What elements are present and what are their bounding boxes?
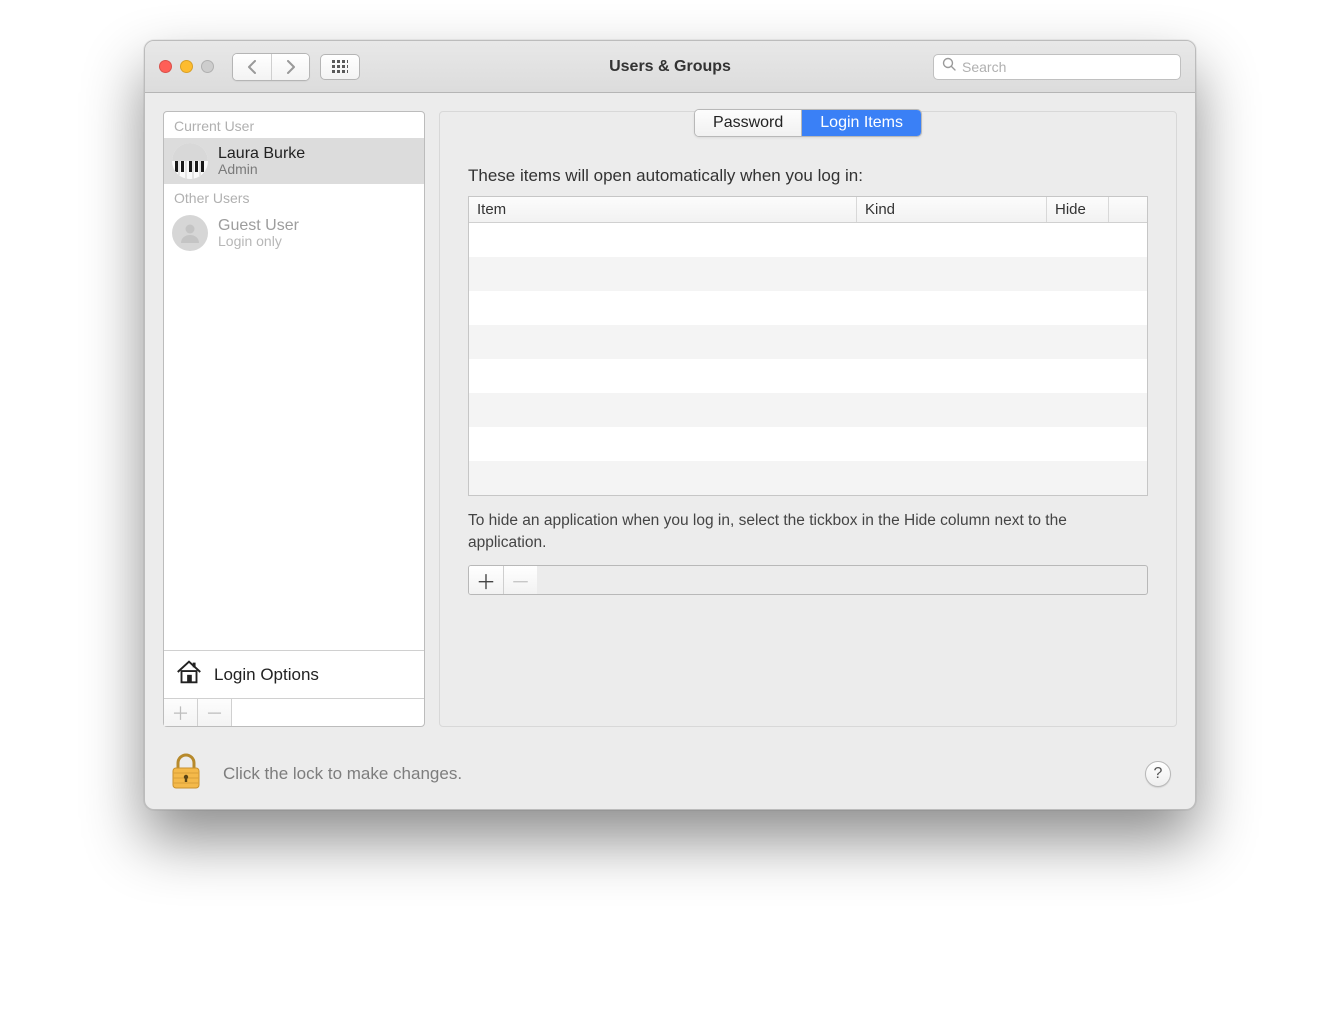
minimize-window-button[interactable] <box>180 60 193 73</box>
user-role: Admin <box>218 162 305 177</box>
guest-name: Guest User <box>218 217 299 235</box>
tab-bar: Password Login Items <box>694 109 922 137</box>
window-footer: Click the lock to make changes. ? <box>145 739 1195 809</box>
grid-icon <box>332 60 348 74</box>
table-row <box>469 223 1147 257</box>
table-row <box>469 291 1147 325</box>
guest-user-row[interactable]: Guest User Login only <box>164 210 424 256</box>
piano-avatar-icon <box>172 143 208 179</box>
help-button[interactable]: ? <box>1145 761 1171 787</box>
table-row <box>469 461 1147 495</box>
table-row <box>469 325 1147 359</box>
tab-bar-container: Password Login Items <box>468 110 1148 138</box>
login-items-table: Item Kind Hide <box>468 196 1148 496</box>
preferences-window: Users & Groups Current User <box>144 40 1196 810</box>
table-row <box>469 359 1147 393</box>
column-kind[interactable]: Kind <box>857 197 1047 222</box>
login-items-controls: ＋ － <box>468 565 1148 595</box>
search-input[interactable] <box>962 59 1172 75</box>
table-body[interactable] <box>469 223 1147 495</box>
table-row <box>469 257 1147 291</box>
user-name: Laura Burke <box>218 145 305 163</box>
column-hide[interactable]: Hide <box>1047 197 1109 222</box>
sidebar-spacer <box>164 256 424 650</box>
guest-avatar <box>172 215 208 251</box>
person-icon <box>178 221 202 245</box>
window-controls <box>159 60 214 73</box>
login-options-row[interactable]: Login Options <box>164 650 424 698</box>
search-field-container[interactable] <box>933 54 1181 80</box>
tab-login-items[interactable]: Login Items <box>801 110 921 136</box>
chevron-left-icon <box>247 60 257 74</box>
back-button[interactable] <box>233 54 271 80</box>
user-text: Laura Burke Admin <box>218 145 305 178</box>
remove-user-button[interactable]: － <box>198 699 232 726</box>
users-sidebar: Current User <box>163 111 425 727</box>
house-icon <box>174 657 204 692</box>
lock-icon[interactable] <box>169 752 203 797</box>
zoom-window-button[interactable] <box>201 60 214 73</box>
show-all-button[interactable] <box>320 54 360 80</box>
lock-hint: Click the lock to make changes. <box>223 764 462 784</box>
content-area: Current User <box>145 93 1195 739</box>
guest-text: Guest User Login only <box>218 217 299 250</box>
guest-role: Login only <box>218 234 299 249</box>
add-user-button[interactable]: ＋ <box>164 699 198 726</box>
current-user-row[interactable]: Laura Burke Admin <box>164 138 424 184</box>
main-panel: Password Login Items These items will op… <box>439 111 1177 727</box>
login-items-hint: To hide an application when you log in, … <box>468 510 1148 553</box>
table-row <box>469 427 1147 461</box>
add-login-item-button[interactable]: ＋ <box>469 566 503 594</box>
table-row <box>469 393 1147 427</box>
user-avatar <box>172 143 208 179</box>
column-item[interactable]: Item <box>469 197 857 222</box>
search-icon <box>942 57 956 76</box>
column-spacer <box>1109 197 1147 222</box>
forward-button[interactable] <box>271 54 309 80</box>
chevron-right-icon <box>286 60 296 74</box>
toolbar: Users & Groups <box>145 41 1195 93</box>
remove-login-item-button[interactable]: － <box>503 566 537 594</box>
nav-back-forward <box>232 53 310 81</box>
tab-password[interactable]: Password <box>695 110 801 136</box>
login-options-label: Login Options <box>214 665 319 685</box>
sidebar-footer: ＋ － <box>164 698 424 726</box>
login-items-heading: These items will open automatically when… <box>468 166 1148 186</box>
table-header: Item Kind Hide <box>469 197 1147 223</box>
current-user-section-label: Current User <box>164 112 424 138</box>
close-window-button[interactable] <box>159 60 172 73</box>
other-users-section-label: Other Users <box>164 184 424 210</box>
